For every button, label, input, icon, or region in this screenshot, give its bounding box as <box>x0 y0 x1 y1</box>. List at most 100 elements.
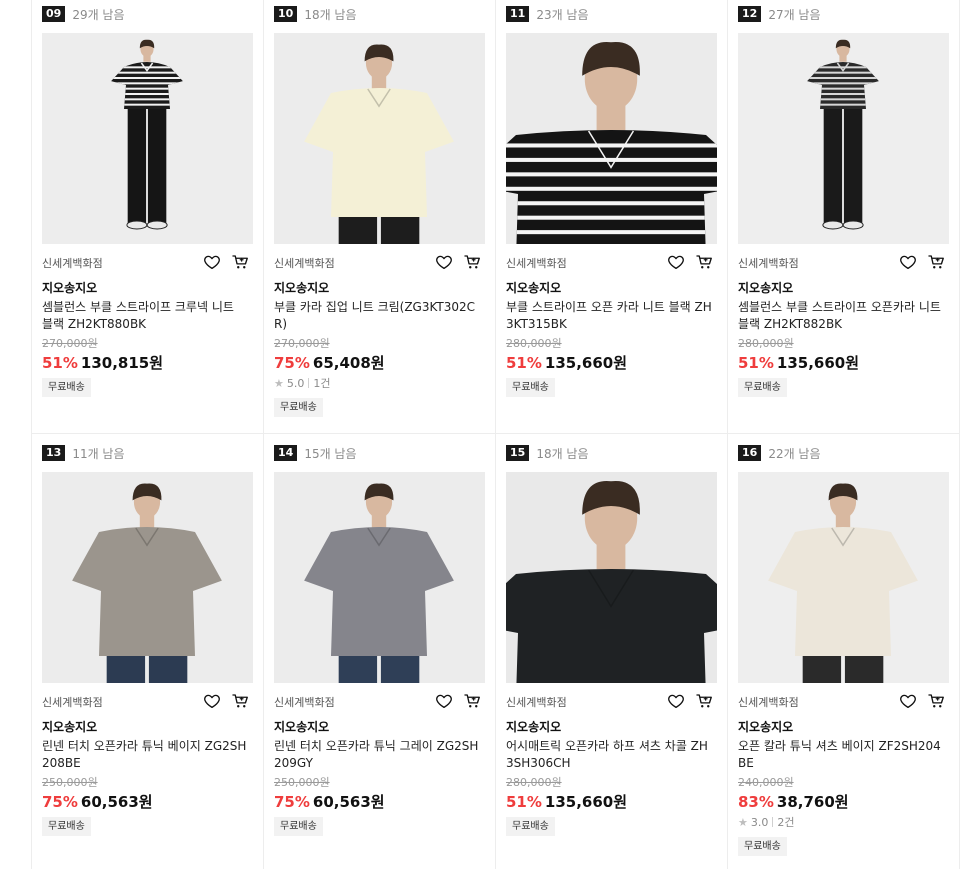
divider <box>308 378 310 388</box>
sale-price: 60,563원 <box>312 793 385 811</box>
product-card[interactable]: 10 18개 남음신세계백화점지오송지오부클 카라 집업 니트 크림(ZG3KT3… <box>274 0 486 430</box>
product-name[interactable]: 부클 카라 집업 니트 크림(ZG3KT302CR) <box>274 299 480 333</box>
heart-icon[interactable] <box>899 253 917 271</box>
brand-name[interactable]: 지오송지오 <box>738 718 793 735</box>
product-image[interactable] <box>274 472 485 683</box>
heart-icon[interactable] <box>667 692 685 710</box>
sale-price: 135,660원 <box>776 354 860 372</box>
model-figure <box>42 472 253 683</box>
model-figure <box>42 33 253 244</box>
cart-icon[interactable] <box>463 253 482 271</box>
stock-remaining: 27개 남음 <box>768 7 821 22</box>
rating-score: 3.0 <box>750 815 769 829</box>
heart-icon[interactable] <box>203 692 221 710</box>
discount-rate: 75% <box>274 793 310 811</box>
cart-icon[interactable] <box>231 692 250 710</box>
store-name: 신세계백화점 <box>274 257 335 270</box>
product-card[interactable]: 13 11개 남음신세계백화점지오송지오린넨 터치 오픈카라 튜닉 베이지 ZG2… <box>42 439 254 869</box>
product-name[interactable]: 셈블런스 부클 스트라이프 크루넥 니트 블랙 ZH2KT880BK <box>42 299 248 333</box>
product-card[interactable]: 12 27개 남음신세계백화점지오송지오셈블런스 부클 스트라이프 오픈카라 니트… <box>738 0 950 430</box>
price-line: 51% 135,660원 <box>506 791 627 812</box>
column-divider <box>959 0 960 869</box>
stock-remaining: 15개 남음 <box>304 446 357 461</box>
original-price: 280,000원 <box>506 776 562 789</box>
product-name[interactable]: 린넨 터치 오픈카라 튜닉 그레이 ZG2SH209GY <box>274 738 480 772</box>
brand-name[interactable]: 지오송지오 <box>42 279 97 296</box>
brand-name[interactable]: 지오송지오 <box>274 279 329 296</box>
store-name: 신세계백화점 <box>506 257 567 270</box>
rank-row: 13 11개 남음 <box>42 445 125 461</box>
heart-icon[interactable] <box>435 692 453 710</box>
rating-score: 5.0 <box>286 376 305 390</box>
product-image[interactable] <box>738 472 949 683</box>
free-shipping-badge: 무료배송 <box>506 817 555 836</box>
cart-icon[interactable] <box>695 253 714 271</box>
cart-icon[interactable] <box>463 692 482 710</box>
original-price: 250,000원 <box>42 776 98 789</box>
product-image[interactable] <box>506 472 717 683</box>
product-image[interactable] <box>738 33 949 244</box>
store-name: 신세계백화점 <box>42 696 103 709</box>
model-figure <box>506 33 717 244</box>
store-name: 신세계백화점 <box>42 257 103 270</box>
product-card[interactable]: 14 15개 남음 신세계백화점 지오송지오 린넨 터치 오픈카라 튜닉 그레이 ZG2… <box>274 439 486 869</box>
product-name[interactable]: 린넨 터치 오픈카라 튜닉 베이지 ZG2SH208BE <box>42 738 248 772</box>
rank-badge: 15 <box>506 445 530 461</box>
stock-remaining: 23개 남음 <box>536 7 589 22</box>
sale-price: 130,815원 <box>80 354 164 372</box>
brand-name[interactable]: 지오송지오 <box>506 279 561 296</box>
product-name[interactable]: 오픈 칼라 튜닉 셔츠 베이지 ZF2SH204BE <box>738 738 944 772</box>
brand-name[interactable]: 지오송지오 <box>738 279 793 296</box>
rank-badge: 09 <box>42 6 66 22</box>
product-image[interactable] <box>506 33 717 244</box>
heart-icon[interactable] <box>899 692 917 710</box>
product-name[interactable]: 부클 스트라이프 오픈 카라 니트 블랙 ZH3KT315BK <box>506 299 712 333</box>
rank-row: 10 18개 남음 <box>274 6 357 22</box>
brand-name[interactable]: 지오송지오 <box>274 718 329 735</box>
product-image[interactable] <box>274 33 485 244</box>
product-card[interactable]: 09 29개 남음신세계백화점지오송지오셈블런스 부클 스트라이프 크루넥 니트 … <box>42 0 254 430</box>
cart-icon[interactable] <box>927 692 946 710</box>
product-grid: 09 29개 남음 신세계백화점 지오송지오 셈블런스 부클 스트라이프 크루넥 니트 … <box>0 0 975 869</box>
brand-name[interactable]: 지오송지오 <box>42 718 97 735</box>
original-price: 280,000원 <box>506 337 562 350</box>
brand-name[interactable]: 지오송지오 <box>506 718 561 735</box>
cart-icon[interactable] <box>231 253 250 271</box>
rank-row: 09 29개 남음 <box>42 6 125 22</box>
star-icon: ★ <box>274 376 284 390</box>
heart-icon[interactable] <box>667 253 685 271</box>
stock-remaining: 18개 남음 <box>536 446 589 461</box>
sale-price: 60,563원 <box>80 793 153 811</box>
rank-row: 12 27개 남음 <box>738 6 821 22</box>
store-name: 신세계백화점 <box>738 257 799 270</box>
model-figure <box>506 472 717 683</box>
model-figure <box>738 33 949 244</box>
free-shipping-badge: 무료배송 <box>42 378 91 397</box>
heart-icon[interactable] <box>435 253 453 271</box>
discount-rate: 51% <box>42 354 78 372</box>
product-card[interactable]: 16 22개 남음 신세계백화점 지오송지오 오픈 칼라 튜닉 셔츠 베이지 ZF2SH… <box>738 439 950 869</box>
row-divider <box>31 433 959 434</box>
product-card[interactable]: 11 23개 남음 신세계백화점 지오송지오 부클 스트라이프 오픈 카라 니트 블랙 … <box>506 0 718 430</box>
heart-icon[interactable] <box>203 253 221 271</box>
free-shipping-badge: 무료배송 <box>42 817 91 836</box>
rank-row: 16 22개 남음 <box>738 445 821 461</box>
rank-badge: 12 <box>738 6 762 22</box>
product-name[interactable]: 어시매트릭 오픈카라 하프 셔츠 차콜 ZH3SH306CH <box>506 738 712 772</box>
stock-remaining: 29개 남음 <box>72 7 125 22</box>
discount-rate: 75% <box>42 793 78 811</box>
product-name[interactable]: 셈블런스 부클 스트라이프 오픈카라 니트 블랙 ZH2KT882BK <box>738 299 944 333</box>
cart-icon[interactable] <box>695 692 714 710</box>
product-image[interactable] <box>42 472 253 683</box>
sale-price: 135,660원 <box>544 354 628 372</box>
sale-price: 65,408원 <box>312 354 385 372</box>
column-divider <box>263 0 264 869</box>
original-price: 240,000원 <box>738 776 794 789</box>
price-line: 51% 135,660원 <box>738 352 859 373</box>
cart-icon[interactable] <box>927 253 946 271</box>
store-name: 신세계백화점 <box>274 696 335 709</box>
discount-rate: 51% <box>506 793 542 811</box>
product-image[interactable] <box>42 33 253 244</box>
sale-price: 135,660원 <box>544 793 628 811</box>
product-card[interactable]: 15 18개 남음 신세계백화점 지오송지오 어시매트릭 오픈카라 하프 셔츠 차콜 Z… <box>506 439 718 869</box>
